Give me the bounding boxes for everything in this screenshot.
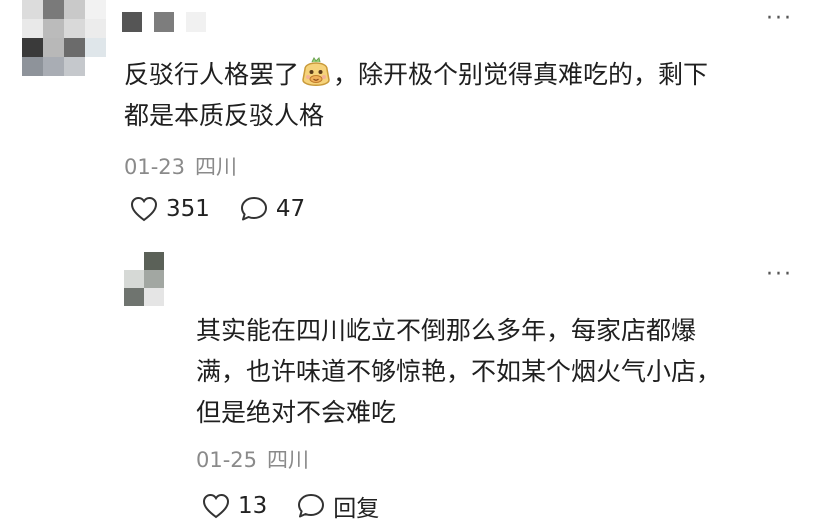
heart-icon (130, 196, 158, 222)
reply-count: 47 (275, 196, 306, 222)
avatar-pixel (85, 0, 106, 19)
like-count: 13 (238, 493, 268, 519)
avatar-pixel (124, 252, 144, 270)
like-button[interactable]: 351 (130, 196, 210, 222)
comment-text-part: 反驳行人格罢了 (124, 60, 300, 89)
redacted-block (154, 12, 174, 32)
reply-count-button[interactable]: 47 (240, 196, 305, 222)
avatar-pixel (144, 252, 164, 270)
avatar-pixel (22, 19, 43, 38)
replier-avatar[interactable] (124, 252, 164, 306)
avatar-pixel (124, 270, 144, 288)
avatar-pixel (85, 38, 106, 57)
avatar-pixel (43, 19, 64, 38)
speech-bubble-icon (298, 494, 325, 518)
reply-location: 四川 (267, 448, 310, 472)
more-options-icon[interactable]: ··· (766, 264, 793, 286)
comment-text: 反驳行人格罢了 ，除开极个别觉得真难吃的，剩下 都是本质反驳人格 (124, 54, 784, 136)
avatar-pixel (124, 288, 144, 306)
reply-text: 其实能在四川屹立不倒那么多年，每家店都爆 满，也许味道不够惊艳，不如某个烟火气小… (196, 316, 722, 427)
avatar-pixel (43, 57, 64, 76)
smiling-face-emoji-icon (302, 57, 330, 86)
commenter-name-redacted[interactable] (122, 12, 206, 32)
heart-icon (202, 493, 230, 519)
reply-meta: 01-25 四川 (196, 444, 309, 474)
avatar-pixel (64, 0, 85, 19)
comment-actions: 351 47 (130, 196, 335, 222)
avatar-pixel (22, 0, 43, 19)
reply-actions: 13 回复 (202, 489, 409, 523)
avatar-pixel (144, 288, 164, 306)
more-options-icon[interactable]: ··· (766, 8, 793, 30)
like-count: 351 (166, 196, 210, 222)
avatar-pixel (22, 57, 43, 76)
redacted-block (122, 12, 142, 32)
avatar-pixel (43, 0, 64, 19)
reply-date: 01-25 (196, 448, 258, 472)
avatar-pixel (64, 57, 85, 76)
commenter-avatar[interactable] (22, 0, 106, 76)
reply-button[interactable]: 回复 (297, 489, 379, 523)
avatar-pixel (85, 57, 106, 76)
avatar-pixel (64, 38, 85, 57)
avatar-pixel (43, 38, 64, 57)
redacted-block (186, 12, 206, 32)
comment-meta: 01-23 四川 (124, 151, 237, 181)
avatar-pixel (144, 270, 164, 288)
like-button[interactable]: 13 (202, 493, 267, 519)
reply-label: 回复 (333, 496, 380, 522)
speech-bubble-icon (240, 197, 267, 221)
avatar-pixel (85, 19, 106, 38)
avatar-pixel (22, 38, 43, 57)
avatar-pixel (64, 19, 85, 38)
comment-location: 四川 (195, 155, 238, 179)
comment-date: 01-23 (124, 155, 186, 179)
